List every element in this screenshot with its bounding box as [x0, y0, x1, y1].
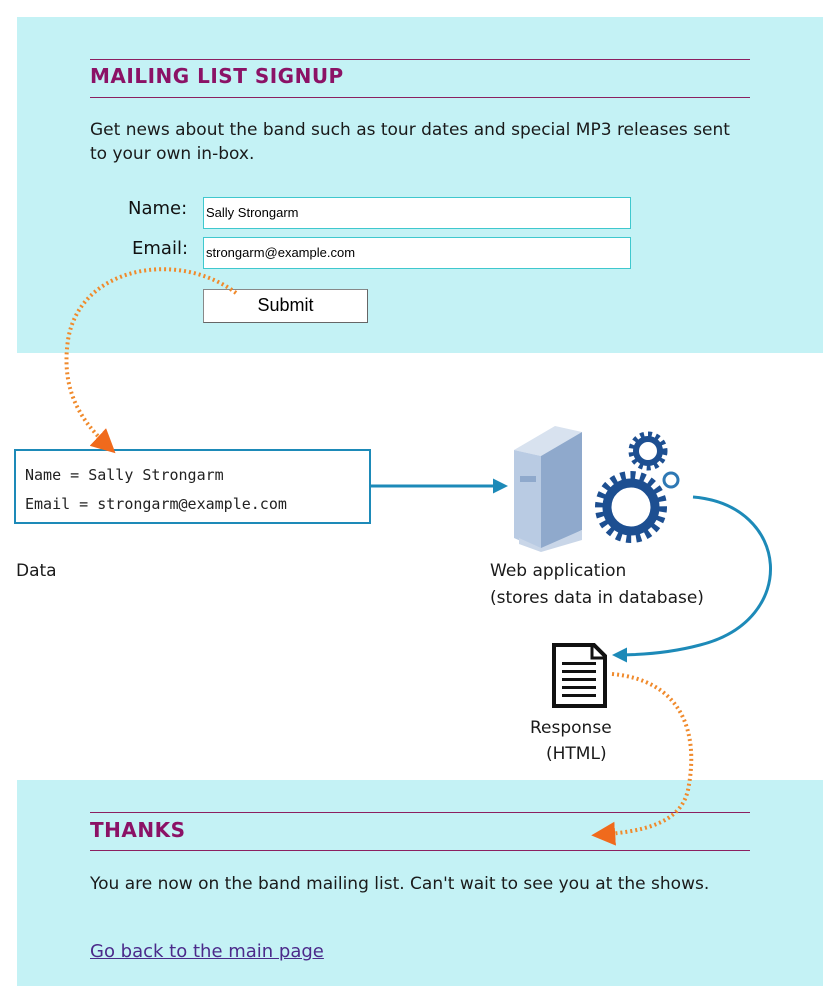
flow-diagram: [64, 267, 772, 846]
document-icon: [552, 643, 607, 708]
server-icon: [514, 426, 582, 552]
response-to-thanks-arrow: [591, 672, 694, 846]
server-to-response-arrow: [612, 495, 772, 663]
gears-icon: [595, 431, 680, 543]
submit-to-data-arrow: [64, 267, 238, 454]
